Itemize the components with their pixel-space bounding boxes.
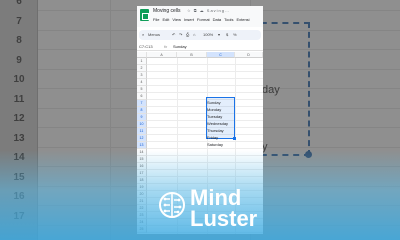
redo-icon[interactable]: ↷ <box>179 32 182 37</box>
row-header-11[interactable]: 11 <box>137 128 147 135</box>
cell-c7[interactable]: Sunday <box>207 100 235 106</box>
cell-c11[interactable]: Thursday <box>207 128 235 134</box>
cell-c9[interactable]: Tuesday <box>207 114 235 120</box>
document-status-icons: ☆ ⧉ ☁ Saving… <box>187 8 231 13</box>
gridline <box>147 85 263 86</box>
menu-extensions[interactable]: Extensi <box>236 17 249 22</box>
row-header-1[interactable]: 1 <box>137 58 147 65</box>
menu-file[interactable]: File <box>153 17 159 22</box>
menu-insert[interactable]: Insert <box>184 17 194 22</box>
row-header-6[interactable]: 6 <box>137 93 147 100</box>
sheets-logo-icon[interactable] <box>140 9 149 21</box>
chevron-down-icon[interactable]: ▾ <box>218 32 220 37</box>
background-row-number: 10 <box>13 74 25 85</box>
column-header-c[interactable]: C <box>207 52 235 58</box>
title-bar: Moving cells ☆ ⧉ ☁ Saving… File Edit Vie… <box>137 6 263 27</box>
search-icon[interactable]: ⌕ <box>142 32 144 37</box>
row-header-3[interactable]: 3 <box>137 72 147 79</box>
cell-c8[interactable]: Monday <box>207 107 235 113</box>
gridline <box>147 64 263 65</box>
formula-bar: C7:C13 fx Sunday <box>137 43 263 51</box>
document-title[interactable]: Moving cells <box>153 8 181 14</box>
paint-format-icon[interactable]: ⌂ <box>193 32 195 37</box>
column-header-a[interactable]: A <box>147 52 177 58</box>
fill-handle[interactable] <box>233 137 236 140</box>
cell-c10[interactable]: Wednesday <box>207 121 235 127</box>
gridline <box>147 141 263 142</box>
menu-data[interactable]: Data <box>213 17 221 22</box>
cell-c12[interactable]: Friday <box>207 135 235 141</box>
background-day-text: day <box>262 84 280 96</box>
menu-view[interactable]: View <box>172 17 181 22</box>
background-row-number: 8 <box>16 35 22 46</box>
gridline <box>147 106 263 107</box>
print-icon[interactable]: ⎙ <box>186 32 189 37</box>
gridline <box>147 148 263 149</box>
row-header-10[interactable]: 10 <box>137 121 147 128</box>
column-header-b[interactable]: B <box>177 52 207 58</box>
background-row-number: 11 <box>13 93 25 105</box>
background-row-number: 12 <box>13 113 25 124</box>
row-header-5[interactable]: 5 <box>137 86 147 93</box>
cell-c13[interactable]: Saturday <box>207 142 235 148</box>
menu-bar: File Edit View Insert Format Data Tools … <box>153 17 250 22</box>
column-header-d[interactable]: D <box>235 52 263 58</box>
gridline <box>147 134 263 135</box>
row-header-9[interactable]: 9 <box>137 114 147 121</box>
row-header-4[interactable]: 4 <box>137 79 147 86</box>
menu-format[interactable]: Format <box>197 17 210 22</box>
formula-input[interactable]: Sunday <box>173 44 187 49</box>
row-header-12[interactable]: 12 <box>137 135 147 142</box>
row-header-13[interactable]: 13 <box>137 142 147 149</box>
gridline <box>147 127 263 128</box>
zoom-select[interactable]: 100% <box>203 32 213 37</box>
gridline <box>147 120 263 121</box>
gridline <box>147 92 263 93</box>
fx-icon: fx <box>164 44 168 49</box>
menu-tools[interactable]: Tools <box>224 17 233 22</box>
menu-edit[interactable]: Edit <box>162 17 169 22</box>
search-menus-button[interactable]: Menus <box>148 32 160 37</box>
watermark-luster: Luster <box>190 206 258 231</box>
toolbar: ⌕ Menus ↶ ↷ ⎙ ⌂ 100% ▾ $ % <box>139 30 261 40</box>
gridline <box>147 71 263 72</box>
row-header-7[interactable]: 7 <box>137 100 147 107</box>
background-row-number: 13 <box>13 132 25 144</box>
undo-icon[interactable]: ↶ <box>172 32 175 37</box>
background-row-number: 6 <box>16 0 22 7</box>
gridline <box>147 99 263 100</box>
percent-button[interactable]: % <box>233 32 237 37</box>
background-row-number: 7 <box>16 15 22 27</box>
background-row-number: 9 <box>16 54 22 66</box>
currency-button[interactable]: $ <box>226 32 228 37</box>
row-header-8[interactable]: 8 <box>137 107 147 114</box>
gridline <box>147 78 263 79</box>
gridline <box>147 113 263 114</box>
mindluster-brain-logo-icon <box>159 192 185 218</box>
name-box[interactable]: C7:C13 <box>139 44 153 49</box>
row-header-2[interactable]: 2 <box>137 65 147 72</box>
